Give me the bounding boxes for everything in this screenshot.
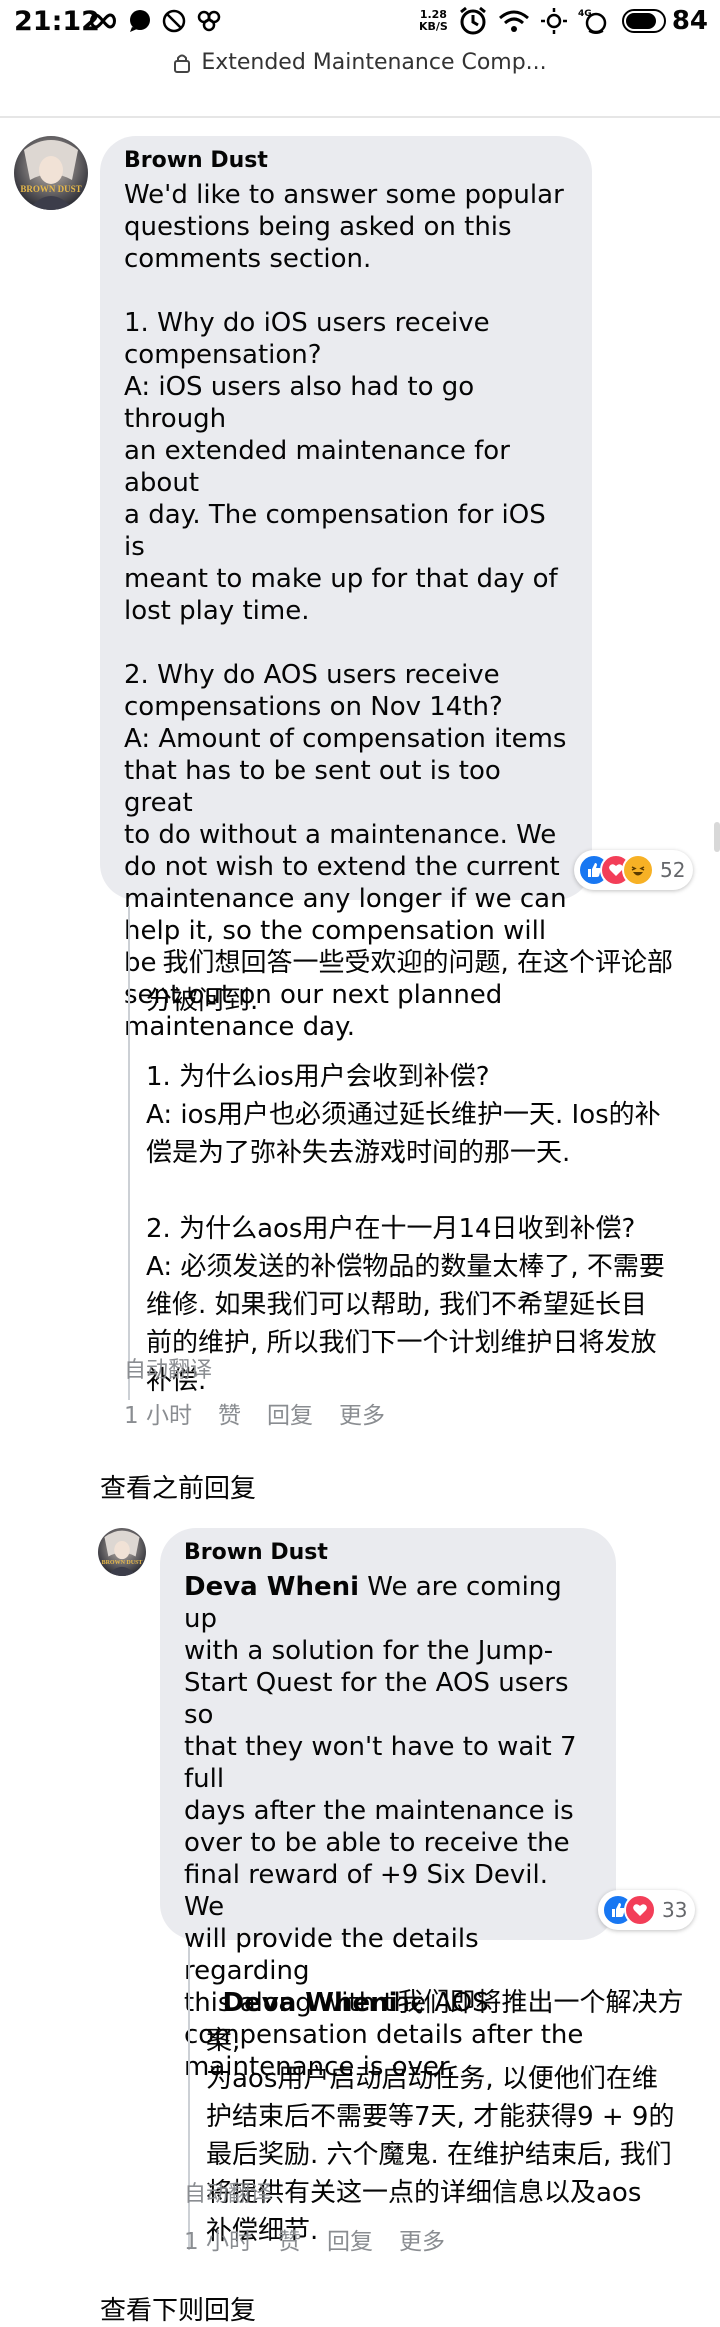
avatar-image [98,1528,146,1576]
comment-translation: 我们想回答一些受欢迎的问题, 在这个评论部 分被问到. 1. 为什么ios用户会… [128,906,708,1400]
comment-author[interactable]: Brown Dust [124,148,568,173]
status-left-icons [88,6,222,36]
battery-level: 84 [671,6,708,36]
page-title: Extended Maintenance Comp... [201,50,547,75]
alarm-icon [459,6,486,35]
comment-actions: 1 小时 赞 回复 更多 [124,1396,385,1430]
avatar[interactable]: BROWN DUST [14,136,88,210]
scrollbar[interactable] [714,822,720,852]
url-bar-divider [0,116,720,118]
reply-button[interactable]: 回复 [267,1396,313,1430]
lock-icon [174,54,191,73]
view-previous-replies-link[interactable]: 查看之前回复 [100,1468,256,1505]
bonsai-icon [197,10,221,32]
status-right-icons: 1.28 KB/S 4G 84 [419,4,708,38]
comment-bubble: Brown Dust Deva Wheni We are coming up w… [160,1528,616,2082]
reaction-count: 33 [662,1898,688,1922]
status-bar: 21:12 1.28 KB/S 4G 84 [0,0,720,44]
auto-translate-label[interactable]: 自动翻译 [124,1352,212,1384]
reaction-count: 52 [660,858,686,882]
avatar-logo: BROWN DUST [101,1560,143,1566]
battery-fill [625,13,657,29]
avatar[interactable]: BROWN DUST [98,1528,146,1576]
avatar-logo: BROWN DUST [20,184,82,194]
url-bar[interactable]: Extended Maintenance Comp... [0,50,720,94]
love-reaction-icon [624,1894,656,1926]
comment-author[interactable]: Brown Dust [184,1540,592,1565]
comment-time: 1 小时 [184,2229,252,2255]
reaction-summary[interactable]: 52 [574,850,694,890]
translation-text: 我们想回答一些受欢迎的问题, 在这个评论部 分被问到. 1. 为什么ios用户会… [146,948,674,1396]
comment-time: 1 小时 [124,1403,192,1429]
mention-link[interactable]: Deva Wheni [184,1572,359,1602]
reply-button[interactable]: 回复 [327,2222,373,2256]
do-not-disturb-icon [162,9,186,33]
network-speed: 1.28 KB/S [419,9,448,33]
speed-unit: KB/S [418,20,448,33]
chat-bubble-icon [130,10,150,32]
auto-translate-label[interactable]: 自动翻译 [184,2176,272,2208]
battery-icon [621,9,666,33]
like-button[interactable]: 赞 [218,1396,241,1430]
signal-icon: 4G [578,9,607,34]
more-button[interactable]: 更多 [399,2222,445,2256]
sun-icon [540,8,567,34]
more-button[interactable]: 更多 [339,1396,385,1430]
haha-reaction-icon [622,854,654,886]
view-next-replies-link[interactable]: 查看下则回复 [100,2290,256,2327]
avatar-image [14,136,88,210]
battery-indicator: 84 [621,6,708,36]
like-button[interactable]: 赞 [278,2222,301,2256]
comment-bubble: Brown Dust We'd like to answer some popu… [100,136,592,1042]
reaction-summary[interactable]: 33 [598,1890,696,1930]
comment-actions: 1 小时 赞 回复 更多 [184,2222,445,2256]
wifi-icon [498,10,529,32]
translation-mention[interactable]: Deva Wheni [223,1988,398,2018]
translation-text: 我们即将推出一个解决方案, 为aos用户启动启动任务, 以便他们在维 护结束后不… [206,1988,684,2246]
loop-icon [90,13,116,29]
